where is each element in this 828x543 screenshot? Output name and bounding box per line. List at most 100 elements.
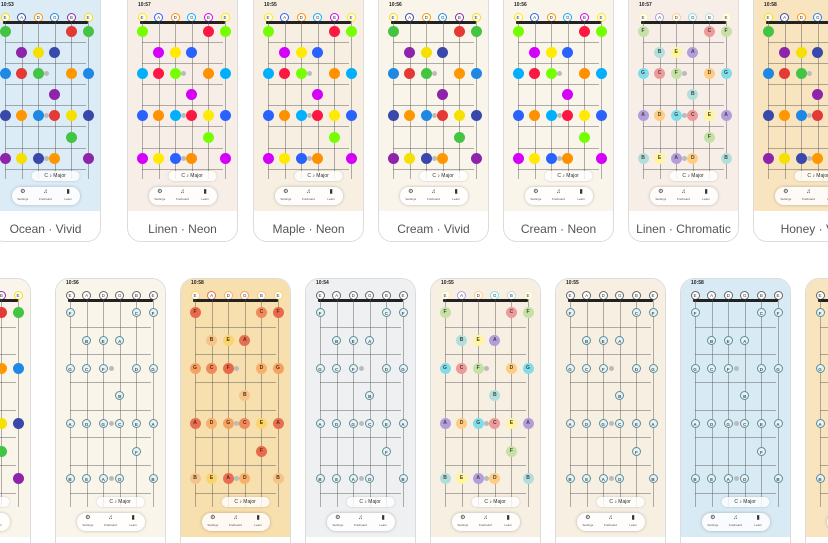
note-dot[interactable] <box>136 152 148 164</box>
tab-fretboard[interactable]: ♫ Fretboard <box>727 515 743 529</box>
note-dot[interactable]: F <box>815 308 825 318</box>
note-dot[interactable] <box>312 89 324 101</box>
note-dot[interactable]: D <box>631 363 641 373</box>
note-dot[interactable]: A <box>690 419 700 429</box>
note-dot[interactable] <box>345 68 357 80</box>
note-dot[interactable]: E <box>255 418 267 430</box>
note-dot[interactable]: F <box>637 26 649 38</box>
note-dot[interactable] <box>328 110 340 122</box>
tab-settings[interactable]: ⚙ Settings <box>653 189 669 203</box>
tab-settings[interactable]: ⚙ Settings <box>778 189 794 203</box>
note-dot[interactable] <box>345 152 357 164</box>
tab-learn[interactable]: ▮Learn <box>250 515 266 529</box>
note-dot[interactable] <box>328 131 340 143</box>
note-dot[interactable]: D <box>489 473 501 485</box>
note-dot[interactable]: F <box>348 363 358 373</box>
note-dot[interactable] <box>0 307 7 319</box>
note-dot[interactable]: C <box>255 307 267 319</box>
tab-settings[interactable]: ⚙ Settings <box>705 515 721 529</box>
note-dot[interactable] <box>795 68 807 80</box>
note-dot[interactable]: G <box>565 363 575 373</box>
note-dot[interactable]: A <box>65 419 75 429</box>
note-dot[interactable]: C <box>381 308 391 318</box>
note-dot[interactable]: B <box>648 474 658 484</box>
key-selector[interactable]: C ♪ Major <box>544 171 593 181</box>
note-dot[interactable] <box>512 152 524 164</box>
theme-card[interactable]: 10:57 E A D G B E F C F B E A G C F D G B A D G C E A F B E A D B C ♪ M… <box>628 0 739 242</box>
theme-card[interactable]: 10:57 E A D G B E C ♪ Major ⚙ Settings ♫ Fretboard ▮… <box>127 0 238 242</box>
note-dot[interactable]: E <box>723 336 733 345</box>
note-dot[interactable]: D <box>365 474 375 484</box>
note-dot[interactable] <box>512 68 524 80</box>
note-dot[interactable] <box>32 152 44 164</box>
key-selector[interactable]: C ♪ Major <box>0 497 10 507</box>
note-dot[interactable]: A <box>637 110 649 122</box>
theme-card[interactable]: 10:56 E A D G B E F C F B E A G C F D G B A D G C E A F B E A D B C ♪ M… <box>55 278 166 543</box>
tab-settings[interactable]: ⚙ Settings <box>528 189 544 203</box>
note-dot[interactable]: F <box>315 308 325 318</box>
note-dot[interactable]: A <box>615 336 625 345</box>
note-dot[interactable]: F <box>472 362 484 374</box>
note-dot[interactable] <box>0 110 11 122</box>
note-dot[interactable]: C <box>703 26 715 38</box>
note-dot[interactable] <box>545 110 557 122</box>
tab-settings[interactable]: ⚙ Settings <box>330 515 346 529</box>
note-dot[interactable]: G <box>189 362 201 374</box>
note-dot[interactable] <box>169 110 181 122</box>
note-dot[interactable] <box>545 47 557 59</box>
note-dot[interactable] <box>12 473 24 485</box>
note-dot[interactable] <box>49 89 61 101</box>
note-dot[interactable] <box>136 68 148 80</box>
key-selector[interactable]: C ♪ Major <box>346 497 395 507</box>
tab-fretboard[interactable]: ♫ Fretboard <box>227 515 243 529</box>
key-selector[interactable]: C ♪ Major <box>221 497 270 507</box>
note-dot[interactable] <box>812 89 824 101</box>
note-dot[interactable]: C <box>131 308 141 318</box>
note-dot[interactable]: F <box>189 307 201 319</box>
note-dot[interactable]: G <box>723 419 733 429</box>
note-dot[interactable] <box>387 26 399 38</box>
note-dot[interactable] <box>0 445 7 457</box>
theme-card[interactable]: 10:55 E A D G B E F C F B E A G C F D G B A D G C E A F B E A D B C ♪ M… <box>430 278 541 543</box>
note-dot[interactable]: E <box>206 473 218 485</box>
note-dot[interactable] <box>202 26 214 38</box>
tab-fretboard[interactable]: ♫ Fretboard <box>174 189 190 203</box>
note-dot[interactable]: D <box>687 152 699 164</box>
note-dot[interactable] <box>279 47 291 59</box>
note-dot[interactable] <box>762 26 774 38</box>
note-dot[interactable]: F <box>703 131 715 143</box>
note-dot[interactable] <box>202 68 214 80</box>
note-dot[interactable] <box>470 26 482 38</box>
note-dot[interactable]: E <box>472 335 484 346</box>
tab-learn[interactable]: ▮Learn <box>375 515 391 529</box>
note-dot[interactable] <box>219 68 231 80</box>
note-dot[interactable]: D <box>332 419 342 429</box>
note-dot[interactable]: E <box>131 419 141 429</box>
note-dot[interactable]: E <box>348 336 358 345</box>
note-dot[interactable]: D <box>740 474 750 484</box>
note-dot[interactable]: F <box>723 363 733 373</box>
note-dot[interactable] <box>169 152 181 164</box>
tab-settings[interactable]: ⚙ Settings <box>152 189 168 203</box>
tab-learn[interactable]: ▮Learn <box>0 515 6 529</box>
note-dot[interactable] <box>762 68 774 80</box>
note-dot[interactable] <box>529 68 541 80</box>
note-dot[interactable]: B <box>332 336 342 345</box>
key-selector[interactable]: C ♪ Major <box>471 497 520 507</box>
note-dot[interactable] <box>312 152 324 164</box>
note-dot[interactable]: B <box>239 390 251 402</box>
note-dot[interactable] <box>12 307 24 319</box>
tab-settings[interactable]: ⚙ Settings <box>455 515 471 529</box>
note-dot[interactable] <box>529 110 541 122</box>
note-dot[interactable] <box>512 26 524 38</box>
note-dot[interactable]: B <box>707 336 717 345</box>
note-dot[interactable] <box>16 47 28 59</box>
note-dot[interactable]: C <box>206 362 218 374</box>
note-dot[interactable] <box>578 131 590 143</box>
note-dot[interactable]: E <box>332 474 342 484</box>
note-dot[interactable] <box>762 110 774 122</box>
note-dot[interactable] <box>169 68 181 80</box>
note-dot[interactable] <box>420 152 432 164</box>
note-dot[interactable] <box>202 131 214 143</box>
note-dot[interactable] <box>595 68 607 80</box>
